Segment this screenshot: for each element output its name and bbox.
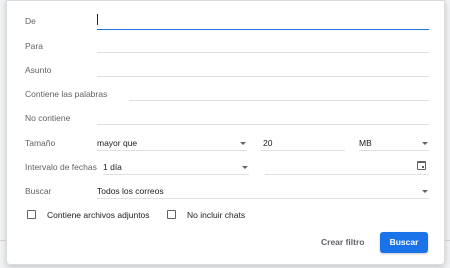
from-label: De [25, 16, 36, 26]
doesnt-have-underline [97, 124, 429, 125]
text-caret [97, 14, 98, 25]
doesnt-have-input[interactable] [97, 109, 429, 124]
doesnt-have-label: No contiene [25, 113, 71, 123]
to-label: Para [25, 41, 43, 51]
size-unit-value: MB [359, 138, 372, 148]
date-within-label: Intervalo de fechas [25, 162, 97, 172]
has-words-underline [129, 100, 429, 101]
size-amount-value: 20 [263, 138, 273, 148]
has-attachment-option[interactable]: Contiene archivos adjuntos [27, 209, 157, 221]
from-input[interactable] [97, 11, 429, 29]
size-operator-select[interactable]: mayor que [97, 134, 247, 150]
size-unit-underline [359, 150, 429, 151]
size-operator-value: mayor que [97, 138, 138, 148]
size-unit-select[interactable]: MB [359, 134, 429, 150]
date-range-select[interactable]: 1 día [103, 158, 249, 174]
subject-underline [97, 76, 429, 77]
to-input[interactable] [97, 37, 429, 52]
size-operator-underline [97, 150, 247, 151]
subject-label: Asunto [25, 65, 52, 75]
search-button[interactable]: Buscar [380, 232, 428, 253]
size-label: Tamaño [25, 138, 56, 148]
chevron-down-icon [240, 142, 246, 145]
date-underline [265, 174, 429, 175]
to-underline [97, 52, 429, 53]
date-range-value: 1 día [103, 162, 122, 172]
date-range-underline [103, 174, 249, 175]
search-in-value: Todos los correos [97, 186, 164, 196]
size-amount-input[interactable]: 20 [261, 134, 345, 150]
checkbox-icon[interactable] [167, 210, 176, 219]
search-in-select[interactable]: Todos los correos [97, 182, 429, 198]
subject-input[interactable] [97, 61, 429, 76]
chevron-down-icon [422, 142, 428, 145]
no-chats-label: No incluir chats [187, 210, 246, 220]
create-filter-button[interactable]: Crear filtro [321, 237, 364, 247]
chevron-down-icon [242, 166, 248, 169]
no-chats-option[interactable]: No incluir chats [167, 209, 257, 221]
size-amount-underline [261, 150, 345, 151]
from-underline [97, 29, 429, 30]
date-input[interactable] [265, 158, 429, 174]
has-words-input[interactable] [129, 85, 429, 100]
chevron-down-icon [422, 190, 428, 193]
search-in-label: Buscar [25, 186, 52, 196]
has-words-label: Contiene las palabras [25, 89, 108, 99]
calendar-icon[interactable] [417, 161, 426, 170]
search-filter-dialog: De Para Asunto Contiene las palabras No … [6, 0, 445, 265]
has-attachment-label: Contiene archivos adjuntos [47, 210, 150, 220]
search-in-underline [97, 198, 429, 199]
checkbox-icon[interactable] [27, 210, 36, 219]
